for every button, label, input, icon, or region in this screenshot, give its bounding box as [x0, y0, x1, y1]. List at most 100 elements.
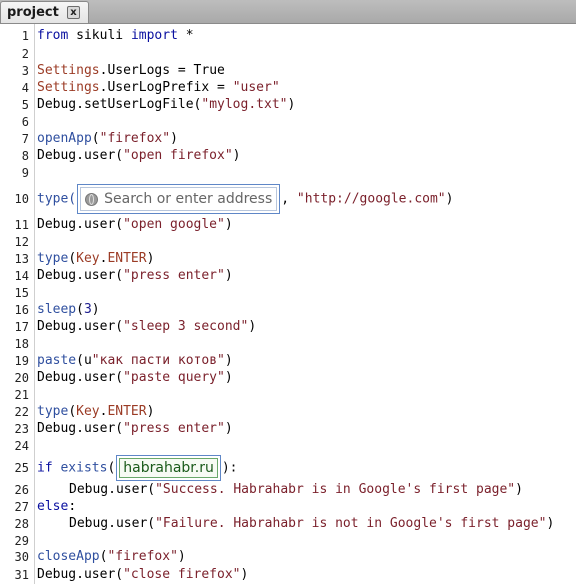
- line-number: 13: [14, 252, 29, 266]
- code-token: (: [68, 251, 77, 266]
- code-line[interactable]: Settings.UserLogPrefix = "user": [34, 79, 576, 96]
- line-number: 15: [14, 286, 29, 300]
- code-line[interactable]: from sikuli import *: [34, 27, 576, 44]
- code-token: ): [224, 353, 233, 368]
- code-token: ): [146, 404, 155, 419]
- line-number: 10: [14, 192, 29, 206]
- line-number: 8: [21, 149, 29, 163]
- code-line[interactable]: type(Search or enter address, "http://go…: [34, 184, 576, 214]
- code-token: "mylog.txt": [201, 97, 288, 112]
- code-token: ): [240, 567, 249, 582]
- code-token: Debug.user(: [37, 567, 124, 582]
- screenshot-search-field: Search or enter address: [80, 187, 278, 211]
- code-token: Debug.user(: [69, 516, 156, 531]
- code-token: ): [248, 319, 257, 334]
- code-line[interactable]: closeApp("firefox"): [34, 548, 576, 565]
- code-token: "close firefox": [123, 567, 241, 582]
- code-token: ENTER: [107, 404, 147, 419]
- code-line[interactable]: Debug.setUserLogFile("mylog.txt"): [34, 96, 576, 113]
- code-line[interactable]: Debug.user("sleep 3 second"): [34, 318, 576, 335]
- code-token: paste: [37, 353, 77, 368]
- code-text: Debug.user("paste query"): [37, 369, 233, 386]
- code-text: Debug.user("open google"): [37, 216, 233, 233]
- code-token: from: [37, 28, 69, 43]
- code-token: Debug.user(: [37, 217, 124, 232]
- code-editor[interactable]: from sikuli import * Settings.UserLogs = …: [34, 24, 576, 584]
- code-token: ): [224, 421, 233, 436]
- code-token: Debug.user(: [37, 268, 124, 283]
- globe-icon: [85, 192, 99, 206]
- line-number: 17: [14, 320, 29, 334]
- line-number: 27: [14, 500, 29, 514]
- code-line[interactable]: [34, 233, 576, 250]
- code-token: Key: [76, 404, 100, 419]
- code-token: sleep: [37, 302, 77, 317]
- code-line[interactable]: Debug.user("Failure. Habrahabr is not in…: [34, 515, 576, 532]
- code-token: "press enter": [123, 268, 225, 283]
- code-token: "Success. Habrahabr is in Google's first…: [155, 482, 516, 497]
- code-token: exists: [60, 460, 108, 476]
- code-line[interactable]: if exists(habrahabr.ru):: [34, 455, 576, 481]
- code-line[interactable]: else:: [34, 498, 576, 515]
- pattern-image-habrahabr[interactable]: habrahabr.ru: [116, 455, 221, 481]
- code-token: ): [546, 516, 555, 531]
- code-token: "open google": [123, 217, 225, 232]
- code-line[interactable]: Debug.user("press enter"): [34, 420, 576, 437]
- code-line[interactable]: Debug.user("Success. Habrahabr is in Goo…: [34, 481, 576, 498]
- code-line[interactable]: [34, 45, 576, 62]
- code-token: Debug.setUserLogFile(: [37, 97, 202, 112]
- code-token: ): [287, 97, 296, 112]
- code-token: Debug.user(: [69, 482, 156, 497]
- code-line[interactable]: [34, 437, 576, 454]
- code-line[interactable]: [34, 284, 576, 301]
- code-line[interactable]: sleep(3): [34, 301, 576, 318]
- line-number: 23: [14, 422, 29, 436]
- code-line[interactable]: [34, 532, 576, 549]
- code-token: type(: [37, 191, 77, 207]
- code-line[interactable]: Debug.user("paste query"): [34, 369, 576, 386]
- line-number: 6: [21, 115, 29, 129]
- line-number: 5: [21, 98, 29, 112]
- code-token: ):: [221, 460, 238, 476]
- code-token: "firefox": [99, 131, 171, 146]
- code-line[interactable]: openApp("firefox"): [34, 130, 576, 147]
- code-line[interactable]: Debug.user("open firefox"): [34, 147, 576, 164]
- code-text: Debug.setUserLogFile("mylog.txt"): [37, 96, 295, 113]
- code-token: 3: [83, 302, 92, 317]
- code-line[interactable]: Debug.user("open google"): [34, 216, 576, 233]
- code-line[interactable]: [34, 335, 576, 352]
- line-number: 16: [14, 303, 29, 317]
- line-number: 20: [14, 371, 29, 385]
- code-token: ): [170, 131, 178, 146]
- tab-project[interactable]: project x: [0, 1, 89, 23]
- line-number: 21: [14, 388, 29, 402]
- code-line[interactable]: [34, 164, 576, 181]
- line-number: 3: [21, 64, 29, 78]
- code-text: type(Key.ENTER): [37, 403, 154, 420]
- screenshot-placeholder-text: Search or enter address: [104, 191, 273, 207]
- code-token: ): [515, 482, 523, 497]
- code-line[interactable]: Debug.user("close firefox"): [34, 566, 576, 583]
- code-line[interactable]: type(Key.ENTER): [34, 403, 576, 420]
- code-text: Debug.user("Failure. Habrahabr is not in…: [37, 515, 554, 532]
- code-line[interactable]: paste(u"как пасти котов"): [34, 352, 576, 369]
- pattern-image-search-bar[interactable]: Search or enter address: [77, 184, 281, 214]
- line-number: 1: [21, 29, 29, 43]
- line-number: 24: [14, 439, 29, 453]
- code-token: (: [107, 460, 116, 476]
- line-number: 11: [14, 218, 29, 232]
- code-line[interactable]: [34, 386, 576, 403]
- code-token: ): [177, 549, 186, 564]
- line-number: 14: [14, 269, 29, 283]
- code-token: "как пасти котов": [91, 353, 225, 368]
- code-text: Debug.user("sleep 3 second"): [37, 318, 256, 335]
- code-token: Settings: [37, 80, 100, 95]
- line-number: 22: [14, 405, 29, 419]
- code-line[interactable]: Debug.user("press enter"): [34, 267, 576, 284]
- code-token: else: [37, 499, 69, 514]
- close-icon[interactable]: x: [67, 6, 80, 19]
- line-number: 31: [14, 568, 29, 582]
- code-line[interactable]: [34, 113, 576, 130]
- code-line[interactable]: Settings.UserLogs = True: [34, 62, 576, 79]
- code-line[interactable]: type(Key.ENTER): [34, 250, 576, 267]
